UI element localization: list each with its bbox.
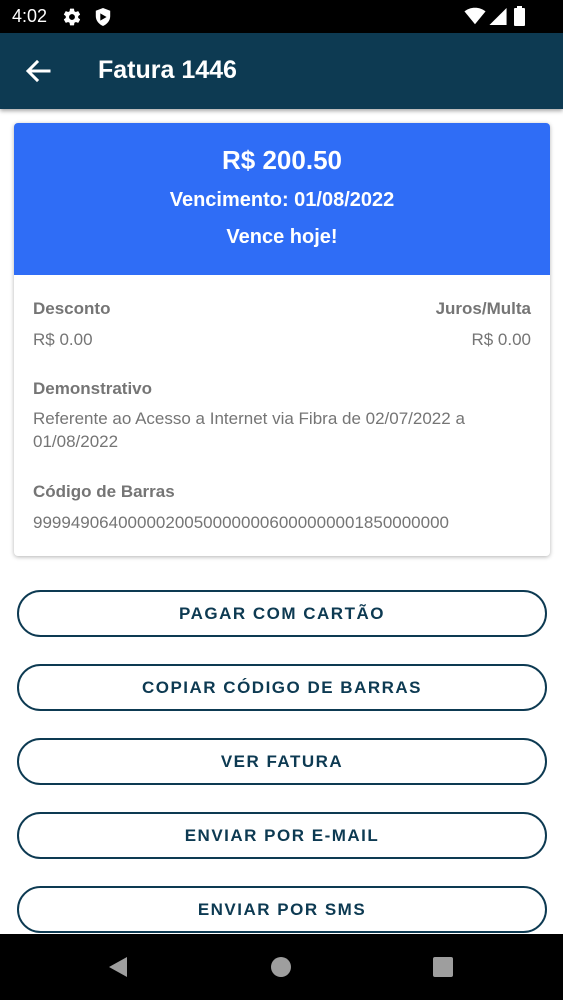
gear-icon (63, 8, 81, 26)
invoice-summary: R$ 200.50 Vencimento: 01/08/2022 Vence h… (14, 123, 550, 275)
pay-with-card-button[interactable]: PAGAR COM CARTÃO (17, 590, 547, 637)
status-time: 4:02 (12, 6, 48, 26)
page-title: Fatura 1446 (98, 56, 237, 84)
send-email-button[interactable]: ENVIAR POR E-MAIL (17, 812, 547, 859)
statement-value: Referente ao Acesso a Internet via Fibra… (33, 409, 465, 451)
due-date: Vencimento: 01/08/2022 (169, 189, 395, 211)
barcode-value: 9999490640000020050000000600000000185000… (33, 513, 450, 532)
view-invoice-button[interactable]: VER FATURA (17, 738, 547, 785)
invoice-amount: R$ 200.50 (222, 145, 342, 175)
shield-icon (95, 8, 111, 26)
invoice-card: R$ 200.50 Vencimento: 01/08/2022 Vence h… (14, 123, 550, 556)
nav-home-icon[interactable] (271, 957, 291, 977)
interest-value: R$ 0.00 (471, 330, 531, 349)
battery-icon (514, 6, 525, 26)
app-bar: Fatura 1446 (0, 33, 563, 109)
back-button[interactable] (18, 51, 58, 91)
discount-value: R$ 0.00 (33, 330, 93, 349)
copy-barcode-button[interactable]: COPIAR CÓDIGO DE BARRAS (17, 664, 547, 711)
nav-recents-icon[interactable] (433, 957, 453, 977)
interest-label: Juros/Multa (435, 299, 531, 318)
arrow-left-icon (25, 59, 51, 83)
nav-back-icon[interactable] (107, 956, 129, 978)
due-status: Vence hoje! (226, 226, 338, 248)
barcode-label: Código de Barras (33, 482, 175, 501)
status-bar: 4:02 (0, 0, 563, 33)
navigation-bar (0, 934, 563, 1000)
discount-label: Desconto (33, 299, 111, 318)
statement-label: Demonstrativo (33, 379, 153, 398)
signal-icon (489, 7, 507, 26)
wifi-icon (464, 7, 486, 25)
send-sms-button[interactable]: ENVIAR POR SMS (17, 886, 547, 933)
